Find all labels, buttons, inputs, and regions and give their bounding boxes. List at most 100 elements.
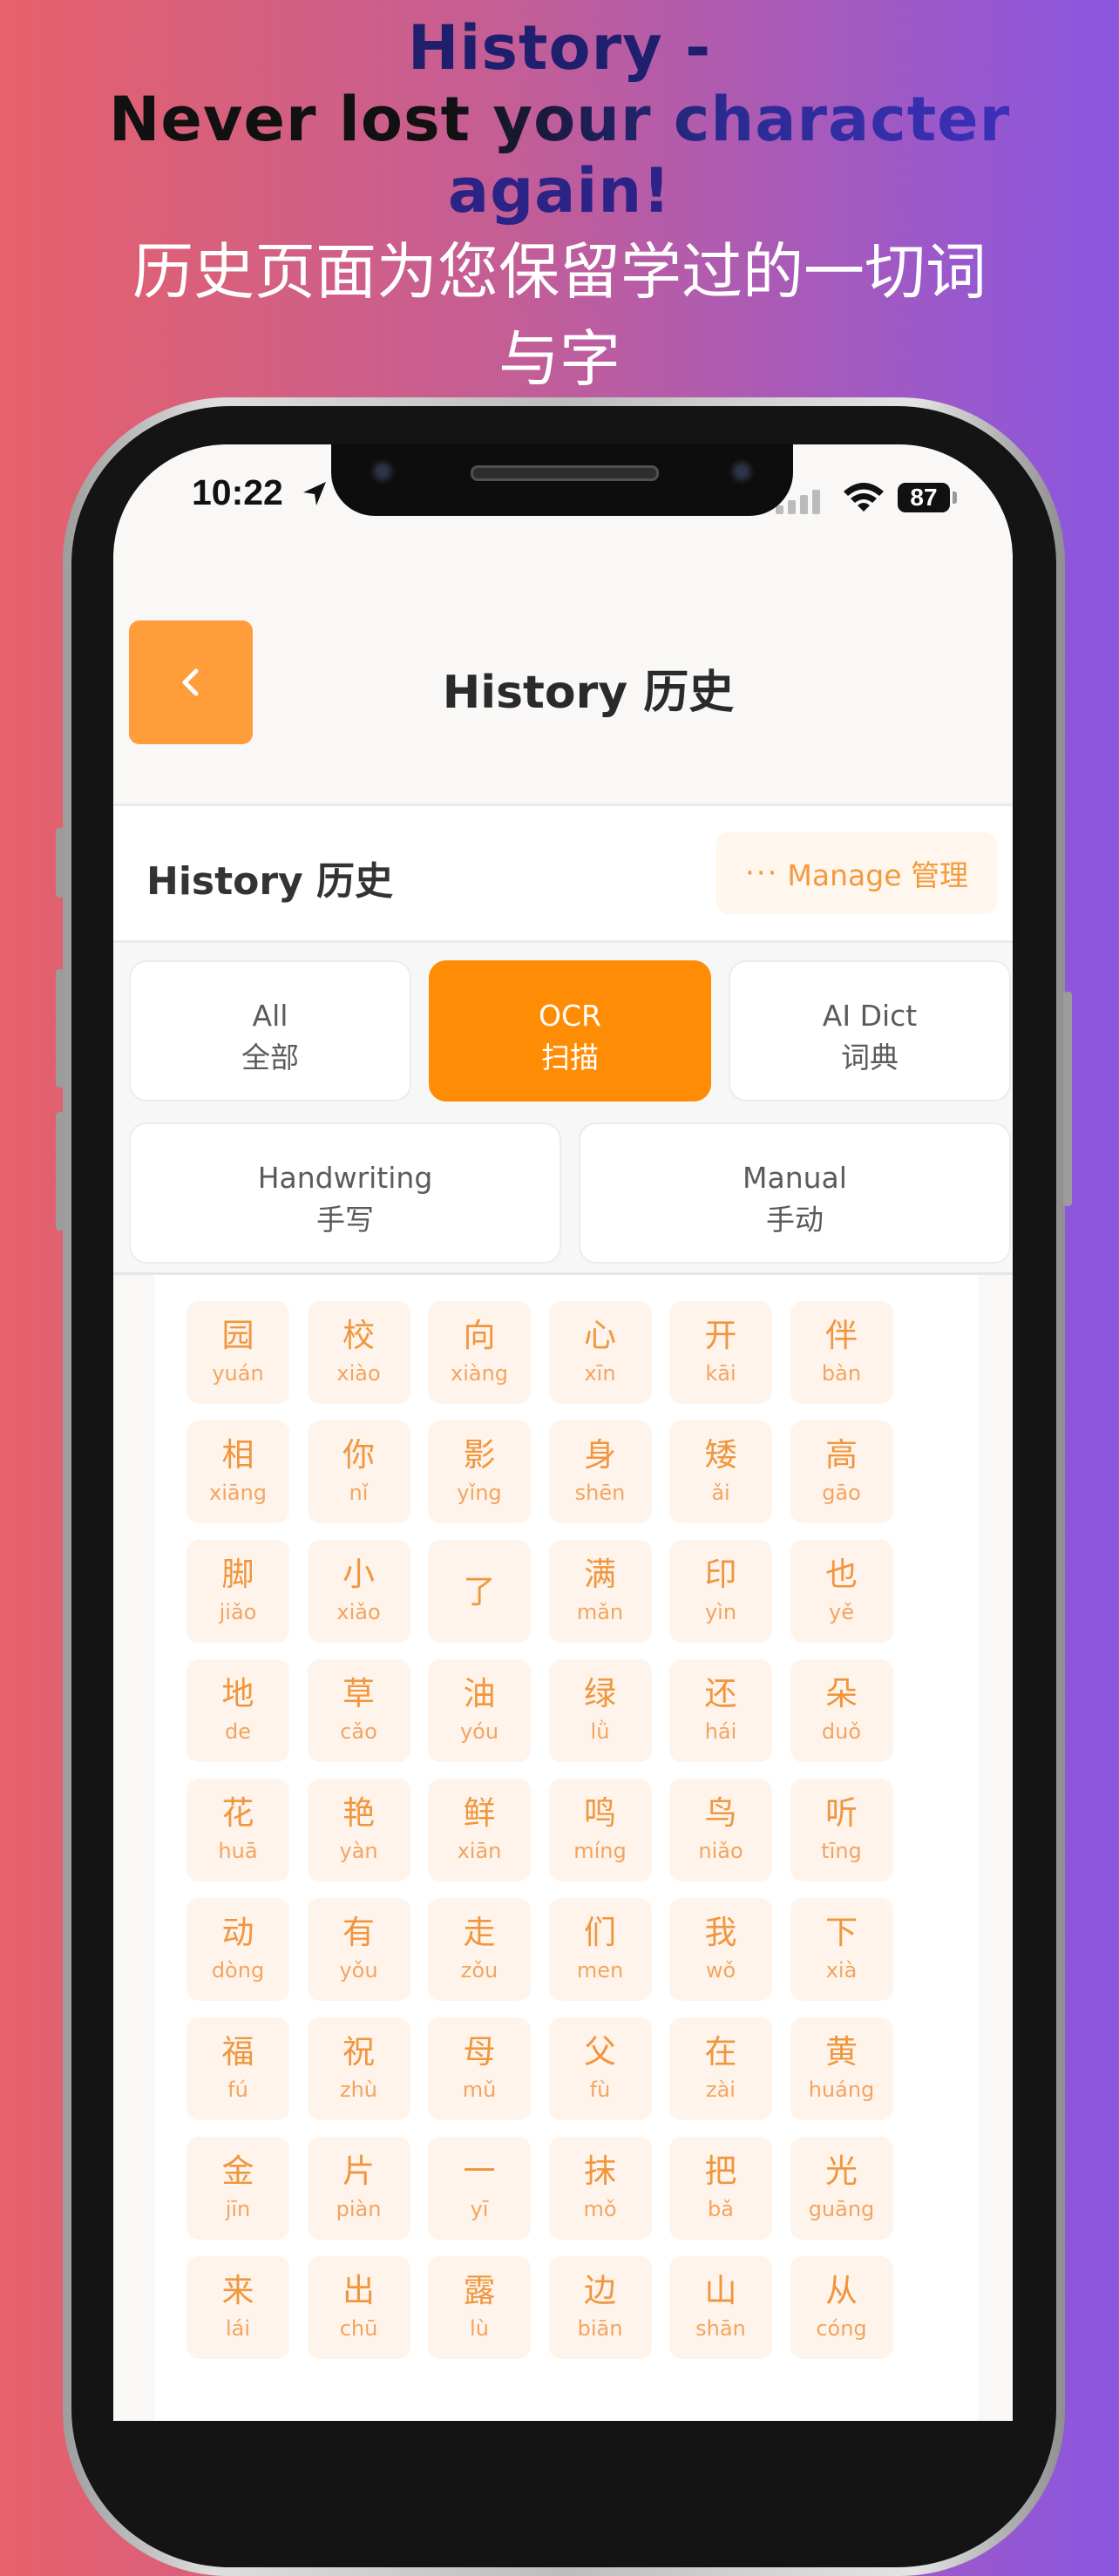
- character-card[interactable]: 鲜 xiān: [428, 1779, 531, 1881]
- character-card[interactable]: 动 dòng: [186, 1898, 289, 2001]
- character-card[interactable]: 鸣 míng: [548, 1779, 652, 1881]
- character-card[interactable]: 你 nǐ: [307, 1420, 410, 1523]
- character-card[interactable]: 鸟 niǎo: [669, 1779, 772, 1881]
- filter-all-en: All: [252, 999, 288, 1033]
- character-card[interactable]: 还 hái: [669, 1659, 772, 1762]
- filter-ocr-zh: 扫描: [541, 1041, 599, 1074]
- front-camera: [370, 458, 396, 485]
- character-card[interactable]: 园 yuán: [186, 1301, 289, 1404]
- character-card[interactable]: 一 yī: [428, 2137, 531, 2240]
- character-pinyin: yóu: [459, 1719, 499, 1744]
- character-card[interactable]: 草 cǎo: [307, 1659, 410, 1762]
- filter-handwriting[interactable]: Handwriting 手写: [129, 1122, 561, 1264]
- character-card[interactable]: 身 shēn: [548, 1420, 652, 1523]
- character-card[interactable]: 走 zǒu: [428, 1898, 531, 2001]
- character-card[interactable]: 地 de: [186, 1659, 289, 1762]
- character-card[interactable]: 艳 yàn: [307, 1779, 410, 1881]
- character-pinyin: bàn: [821, 1361, 862, 1386]
- character-card[interactable]: 有 yǒu: [307, 1898, 410, 2001]
- character-hanzi: 光: [825, 2152, 858, 2190]
- character-card[interactable]: 高 gāo: [790, 1420, 893, 1523]
- manage-button[interactable]: ··· Manage 管理: [716, 832, 997, 914]
- filter-ai-dict[interactable]: AI Dict 词典: [729, 960, 1011, 1102]
- character-card[interactable]: 抹 mǒ: [548, 2137, 652, 2240]
- character-card[interactable]: 油 yóu: [428, 1659, 531, 1762]
- character-pinyin: mǎn: [576, 1600, 624, 1624]
- character-hanzi: 你: [342, 1436, 375, 1474]
- character-hanzi: 了: [463, 1573, 496, 1610]
- character-hanzi: 脚: [221, 1556, 254, 1593]
- character-pinyin: yìn: [704, 1600, 737, 1624]
- character-pinyin: xià: [825, 1958, 858, 1983]
- character-card[interactable]: 把 bǎ: [669, 2137, 772, 2240]
- filter-ocr[interactable]: OCR 扫描: [429, 960, 711, 1102]
- character-card[interactable]: 光 guāng: [790, 2137, 893, 2240]
- character-hanzi: 也: [825, 1556, 858, 1593]
- character-card[interactable]: 朵 duǒ: [790, 1659, 893, 1762]
- character-pinyin: nǐ: [349, 1481, 369, 1505]
- character-card[interactable]: 相 xiāng: [186, 1420, 289, 1523]
- app-screen: 10:22 87 History 历史 History 历史 ··· Manag…: [113, 444, 1013, 2421]
- character-hanzi: 抹: [584, 2152, 616, 2190]
- character-card[interactable]: 我 wǒ: [669, 1898, 772, 2001]
- manage-label: Manage 管理: [787, 858, 968, 892]
- character-card[interactable]: 心 xīn: [548, 1301, 652, 1404]
- character-card[interactable]: 金 jīn: [186, 2137, 289, 2240]
- character-card[interactable]: 花 huā: [186, 1779, 289, 1881]
- back-button[interactable]: [129, 620, 253, 744]
- character-card[interactable]: 露 lù: [428, 2256, 531, 2359]
- filter-all[interactable]: All 全部: [129, 960, 411, 1102]
- character-pinyin: de: [225, 1719, 251, 1744]
- character-card[interactable]: 出 chū: [307, 2256, 410, 2359]
- character-hanzi: 从: [825, 2272, 858, 2309]
- character-card[interactable]: 母 mǔ: [428, 2017, 531, 2120]
- section-header: History 历史 ··· Manage 管理: [113, 806, 1013, 940]
- character-card[interactable]: 祝 zhù: [307, 2017, 410, 2120]
- headline-line-1: History -: [407, 12, 712, 84]
- character-card[interactable]: 伴 bàn: [790, 1301, 893, 1404]
- character-hanzi: 一: [463, 2152, 496, 2190]
- character-hanzi: 相: [221, 1436, 254, 1474]
- phone-volume-down: [56, 1112, 64, 1230]
- character-pinyin: fú: [227, 2078, 248, 2102]
- character-card[interactable]: 脚 jiǎo: [186, 1540, 289, 1643]
- character-card[interactable]: 从 cóng: [790, 2256, 893, 2359]
- character-pinyin: cǎo: [340, 1719, 377, 1744]
- character-card[interactable]: 也 yě: [790, 1540, 893, 1643]
- character-pinyin: mǔ: [462, 2078, 497, 2102]
- filter-handwriting-zh: 手写: [316, 1203, 374, 1237]
- character-hanzi: 地: [221, 1675, 254, 1712]
- character-card[interactable]: 向 xiàng: [428, 1301, 531, 1404]
- character-card[interactable]: 开 kāi: [669, 1301, 772, 1404]
- character-card[interactable]: 满 mǎn: [548, 1540, 652, 1643]
- character-card[interactable]: 片 piàn: [307, 2137, 410, 2240]
- character-card[interactable]: 福 fú: [186, 2017, 289, 2120]
- character-pinyin: wǒ: [705, 1958, 736, 1983]
- character-card[interactable]: 在 zài: [669, 2017, 772, 2120]
- character-card[interactable]: 矮 ǎi: [669, 1420, 772, 1523]
- filter-manual[interactable]: Manual 手动: [579, 1122, 1011, 1264]
- character-hanzi: 金: [221, 2152, 254, 2190]
- character-card[interactable]: 们 men: [548, 1898, 652, 2001]
- character-card[interactable]: 来 lái: [186, 2256, 289, 2359]
- character-card[interactable]: 下 xià: [790, 1898, 893, 2001]
- character-card[interactable]: 绿 lǜ: [548, 1659, 652, 1762]
- filter-manual-en: Manual: [743, 1161, 847, 1195]
- character-card[interactable]: 印 yìn: [669, 1540, 772, 1643]
- character-card[interactable]: 父 fù: [548, 2017, 652, 2120]
- character-card[interactable]: 听 tīng: [790, 1779, 893, 1881]
- character-card[interactable]: 小 xiǎo: [307, 1540, 410, 1643]
- character-pinyin: zhù: [339, 2078, 378, 2102]
- character-card[interactable]: 了: [428, 1540, 531, 1643]
- headline-chinese: 历史页面为您保留学过的一切词与字: [132, 236, 987, 395]
- character-pinyin: piàn: [336, 2197, 382, 2221]
- character-card[interactable]: 山 shān: [669, 2256, 772, 2359]
- character-card[interactable]: 校 xiào: [307, 1301, 410, 1404]
- character-pinyin: tīng: [821, 1839, 862, 1863]
- character-card[interactable]: 影 yǐng: [428, 1420, 531, 1523]
- character-hanzi: 母: [463, 2033, 496, 2071]
- character-card[interactable]: 黄 huáng: [790, 2017, 893, 2120]
- character-hanzi: 校: [342, 1317, 375, 1354]
- character-card[interactable]: 边 biān: [548, 2256, 652, 2359]
- character-pinyin: shēn: [574, 1481, 626, 1505]
